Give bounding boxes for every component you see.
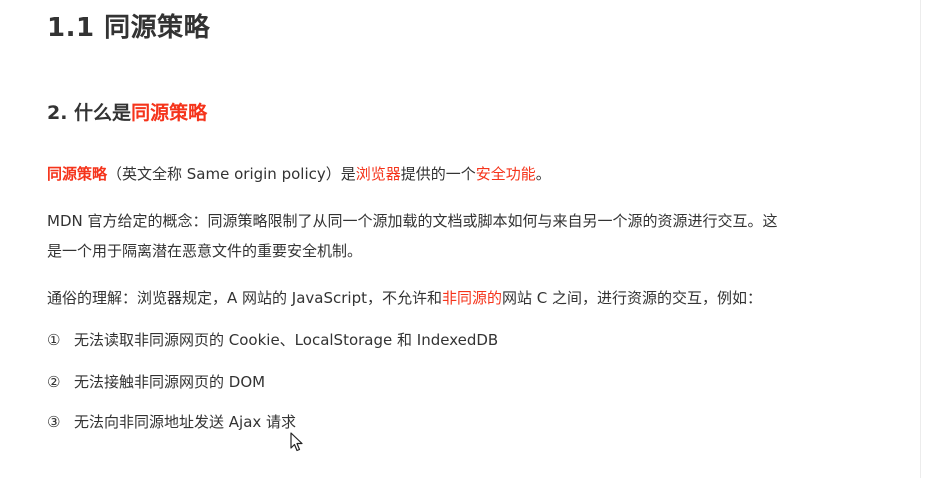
definition-text-1: （英文全称 Same origin policy）是 — [107, 165, 356, 183]
definition-text-3: 。 — [535, 165, 551, 183]
list-item: ③ 无法向非同源地址发送 Ajax 请求 — [47, 408, 296, 436]
definition-paragraph: 同源策略（英文全称 Same origin policy）是浏览器提供的一个安全… — [47, 159, 551, 189]
scroll-edge — [920, 0, 934, 478]
list-item-text: 无法读取非同源网页的 Cookie、LocalStorage 和 Indexed… — [74, 331, 499, 349]
subsection-prefix: 2. 什么是 — [47, 102, 132, 124]
mdn-paragraph: MDN 官方给定的概念：同源策略限制了从同一个源加载的文档或脚本如何与来自另一个… — [47, 206, 778, 266]
list-item: ② 无法接触非同源网页的 DOM — [47, 368, 265, 396]
subsection-heading: 2. 什么是同源策略 — [47, 99, 207, 127]
list-number: ① — [47, 331, 61, 349]
list-number: ③ — [47, 413, 61, 431]
mouse-pointer-icon — [290, 432, 303, 452]
explanation-text-2: 网站 C 之间，进行资源的交互，例如： — [502, 289, 763, 307]
document-page: 1.1 同源策略 2. 什么是同源策略 同源策略（英文全称 Same origi… — [0, 0, 934, 478]
list-item-text: 无法向非同源地址发送 Ajax 请求 — [74, 413, 297, 431]
plain-explanation-paragraph: 通俗的理解：浏览器规定，A 网站的 JavaScript，不允许和非同源的网站 … — [47, 283, 762, 313]
explanation-text-1: 通俗的理解：浏览器规定，A 网站的 JavaScript，不允许和 — [47, 289, 442, 307]
link-browser[interactable]: 浏览器 — [356, 165, 401, 183]
list-number: ② — [47, 373, 61, 391]
section-title: 1.1 同源策略 — [47, 13, 211, 43]
subsection-highlight: 同源策略 — [131, 102, 208, 124]
term-same-origin-policy: 同源策略 — [47, 165, 108, 183]
definition-text-2: 提供的一个 — [400, 165, 476, 183]
list-item-text: 无法接触非同源网页的 DOM — [74, 373, 266, 391]
mdn-line-2: 是一个用于隔离潜在恶意文件的重要安全机制。 — [47, 242, 363, 260]
mdn-line-1: MDN 官方给定的概念：同源策略限制了从同一个源加载的文档或脚本如何与来自另一个… — [47, 212, 778, 230]
list-item: ① 无法读取非同源网页的 Cookie、LocalStorage 和 Indexe… — [47, 326, 498, 354]
link-security-feature[interactable]: 安全功能 — [476, 165, 536, 183]
explanation-highlight: 非同源的 — [442, 289, 503, 307]
